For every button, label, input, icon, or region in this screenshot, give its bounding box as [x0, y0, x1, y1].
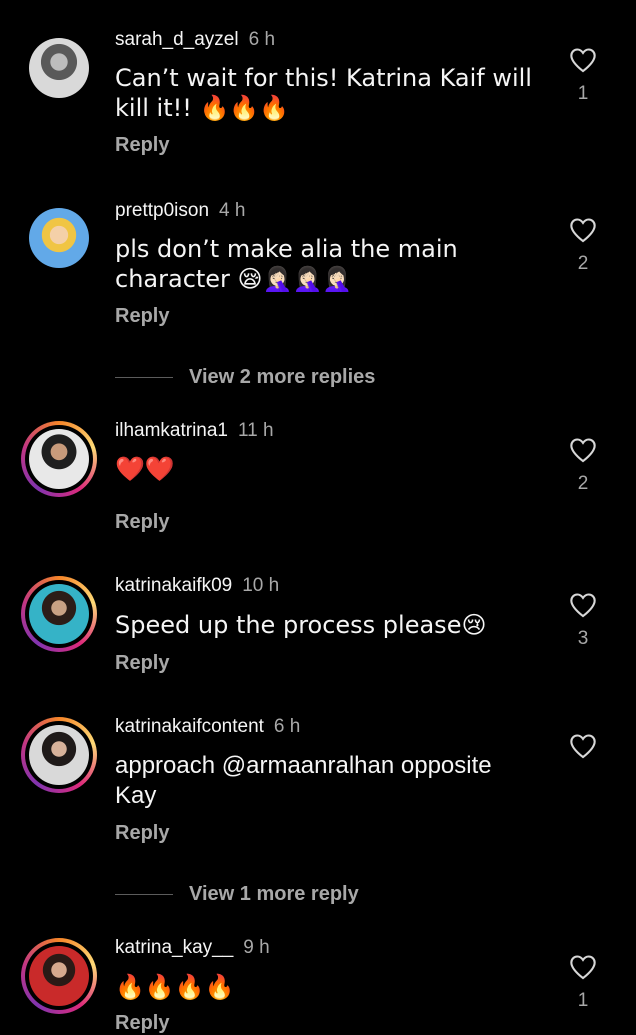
heart-outline-icon[interactable] [566, 733, 600, 759]
avatar-image [29, 584, 89, 644]
heart-outline-icon[interactable] [566, 437, 600, 463]
username[interactable]: katrina_kay__ [115, 937, 233, 958]
username[interactable]: sarah_d_ayzel [115, 29, 239, 50]
comment-text: ❤️❤️ [115, 455, 175, 483]
heart-outline-icon[interactable] [566, 592, 600, 618]
avatar-image [29, 208, 89, 268]
like-control: 1 [566, 954, 600, 1012]
reply-button[interactable]: Reply [115, 134, 169, 157]
username[interactable]: katrinakaifcontent [115, 716, 264, 737]
like-control: 2 [566, 217, 600, 275]
comment-meta: katrina_kay__ 9 h [115, 937, 270, 959]
timestamp: 4 h [219, 200, 246, 221]
username[interactable]: katrinakaifk09 [115, 575, 232, 596]
reply-button[interactable]: Reply [115, 305, 169, 328]
avatar[interactable] [21, 576, 97, 652]
avatar-image [29, 429, 89, 489]
reply-button[interactable]: Reply [115, 511, 169, 534]
like-count: 3 [577, 628, 589, 649]
like-control [566, 733, 600, 769]
like-count: 2 [577, 473, 589, 494]
timestamp: 6 h [248, 29, 276, 50]
comment-meta: katrinakaifcontent 6 h [115, 716, 300, 738]
view-more-replies[interactable]: View 2 more replies [115, 366, 375, 389]
avatar[interactable] [21, 200, 97, 276]
like-count: 1 [577, 990, 589, 1011]
comment-text: 🔥🔥🔥🔥 [115, 973, 235, 1001]
like-count: 1 [577, 83, 589, 104]
divider [115, 894, 173, 895]
username[interactable]: prettp0ison [115, 200, 209, 221]
view-more-replies[interactable]: View 1 more reply [115, 883, 359, 906]
timestamp: 9 h [243, 937, 270, 958]
reply-button[interactable]: Reply [115, 652, 169, 675]
avatar-image [29, 725, 89, 785]
view-more-label: View 2 more replies [189, 366, 376, 388]
comment-meta: prettp0ison 4 h [115, 200, 245, 222]
comment-meta: katrinakaifk09 10 h [115, 575, 279, 597]
reply-button[interactable]: Reply [115, 822, 169, 845]
heart-outline-icon[interactable] [566, 47, 600, 73]
avatar[interactable] [21, 717, 97, 793]
divider [115, 377, 173, 378]
comment-text: pls don’t make alia the main character 😪… [115, 235, 458, 293]
avatar[interactable] [21, 30, 97, 106]
like-count: 2 [577, 253, 589, 274]
like-control: 3 [566, 592, 600, 650]
avatar-image [29, 38, 89, 98]
timestamp: 11 h [238, 420, 274, 441]
comment-text: Speed up the process please😢 [115, 611, 487, 639]
heart-outline-icon[interactable] [566, 217, 600, 243]
timestamp: 10 h [242, 575, 280, 596]
username[interactable]: ilhamkatrina1 [115, 420, 228, 441]
timestamp: 6 h [273, 716, 301, 737]
view-more-label: View 1 more reply [189, 883, 359, 905]
comment-meta: sarah_d_ayzel 6 h [115, 29, 275, 51]
comment-text: approach @armaanralhan opposite Kay [115, 752, 492, 809]
avatar[interactable] [21, 421, 97, 497]
comment-meta: ilhamkatrina1 11 h [115, 420, 274, 442]
like-control: 2 [566, 437, 600, 495]
avatar[interactable] [21, 938, 97, 1014]
heart-outline-icon[interactable] [566, 954, 600, 980]
comment-text: Can’t wait for this! Katrina Kaif will k… [115, 64, 532, 122]
avatar-image [29, 946, 89, 1006]
like-control: 1 [566, 47, 600, 105]
